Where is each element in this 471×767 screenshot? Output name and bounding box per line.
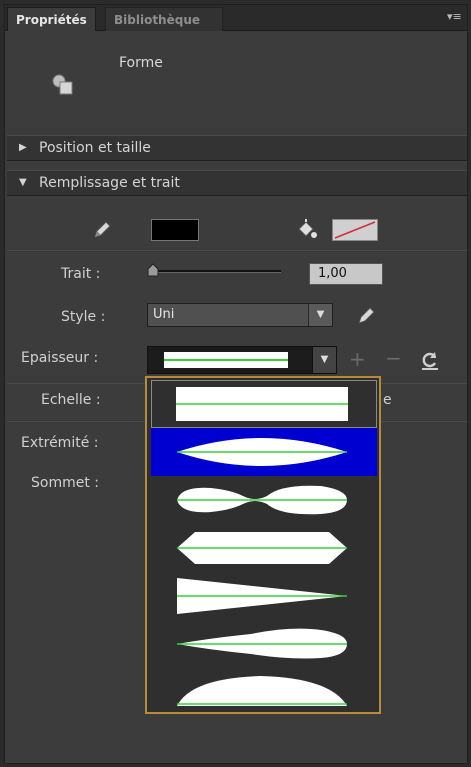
stroke-slider-track[interactable] [151, 270, 281, 273]
fill-color-swatch[interactable] [332, 219, 378, 241]
tab-proprietes[interactable]: Propriétés [7, 7, 96, 31]
width-profile-option[interactable] [151, 572, 377, 620]
paint-bucket-icon[interactable] [293, 217, 319, 243]
width-profile-option[interactable] [151, 476, 377, 524]
section-title: Position et taille [39, 140, 151, 156]
chevron-down-icon[interactable]: ▼ [312, 347, 336, 373]
section-fill-stroke[interactable]: ▼ Remplissage et trait [7, 170, 467, 196]
style-value: Uni [153, 307, 175, 322]
width-profile-option[interactable] [151, 668, 377, 716]
sommet-label: Sommet : [31, 475, 99, 491]
width-profile-option[interactable] [151, 620, 377, 668]
tab-bibliotheque[interactable]: Bibliothèque [105, 7, 223, 31]
width-profile-dropdown[interactable]: ▼ [147, 346, 337, 374]
properties-panel: Propriétés Bibliothèque ▾≡ Forme ▶ Posit… [4, 4, 468, 764]
reset-icon[interactable] [419, 349, 441, 371]
width-profile-preview [164, 352, 288, 368]
shape-object-icon [51, 73, 75, 97]
tab-bar: Propriétés Bibliothèque ▾≡ [5, 5, 467, 31]
style-label: Style : [61, 309, 106, 325]
epaisseur-label: Epaisseur : [21, 350, 99, 366]
chevron-down-icon[interactable]: ▼ [308, 304, 332, 326]
pencil-icon[interactable] [91, 219, 113, 241]
stroke-width-input[interactable]: 1,00 [309, 263, 383, 285]
remove-profile-icon[interactable]: − [385, 348, 402, 368]
section-position-size[interactable]: ▶ Position et taille [7, 135, 467, 161]
edit-stroke-style-icon[interactable] [355, 305, 377, 327]
width-profile-option[interactable] [151, 380, 377, 428]
extremite-label: Extrémité : [21, 435, 99, 451]
width-profile-popup[interactable] [145, 376, 381, 714]
echelle-value-partial: e [383, 392, 392, 408]
width-profile-option-selected[interactable] [151, 428, 377, 476]
divider [7, 250, 467, 251]
stroke-color-swatch[interactable] [151, 219, 199, 241]
trait-label: Trait : [61, 266, 101, 282]
collapsed-triangle-icon: ▶ [19, 142, 27, 153]
width-profile-option[interactable] [151, 524, 377, 572]
object-type-label: Forme [119, 55, 163, 71]
add-profile-icon[interactable]: + [349, 349, 366, 369]
section-title: Remplissage et trait [39, 175, 180, 191]
expanded-triangle-icon: ▼ [19, 177, 27, 188]
panel-menu-icon[interactable]: ▾≡ [447, 11, 462, 23]
style-dropdown[interactable]: Uni ▼ [147, 303, 333, 327]
stroke-slider-thumb[interactable] [147, 263, 159, 277]
echelle-label: Echelle : [41, 392, 101, 408]
